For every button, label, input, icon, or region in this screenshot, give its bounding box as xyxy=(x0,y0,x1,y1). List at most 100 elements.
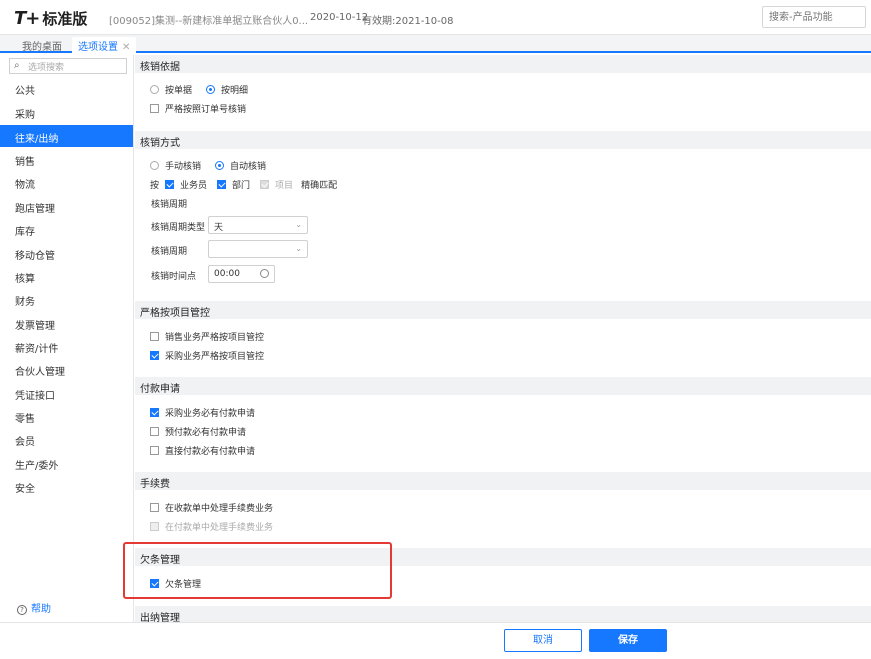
radio-auto[interactable] xyxy=(215,161,225,170)
sidebar-item-security[interactable]: 安全 xyxy=(0,475,133,497)
fees-in-receipt-label: 在收款单中处理手续费业务 xyxy=(165,504,274,514)
radio-auto-label: 自动核销 xyxy=(230,162,267,172)
period-type-select[interactable]: 天 ⌄ xyxy=(208,216,308,234)
highlight-box xyxy=(123,542,392,599)
section-header-project-control: 严格按项目管控 xyxy=(135,301,871,319)
purchase-payment-required-label: 采购业务必有付款申请 xyxy=(165,409,256,419)
function-search-input[interactable] xyxy=(762,6,866,28)
checkbox-fees-in-receipt[interactable] xyxy=(150,503,159,512)
account-name[interactable]: [009052]集测--新建标准单据立账合伙人0... xyxy=(109,12,308,27)
match-by-row: 按 业务员 部门 项目 精确匹配 xyxy=(150,178,337,191)
checkbox-project xyxy=(260,180,270,189)
period-select[interactable]: ⌄ xyxy=(208,240,308,258)
sidebar: ⌕ 选项搜索 公共 采购 往来/出纳 销售 物流 跑店管理 库存 移动仓管 核算… xyxy=(0,55,134,659)
project-purchase-row: 采购业务严格按项目管控 xyxy=(150,349,264,362)
payment-purchase-row: 采购业务必有付款申请 xyxy=(150,406,255,419)
prepay-required-label: 预付款必有付款申请 xyxy=(165,428,247,438)
tab-my-desktop[interactable]: 我的桌面 xyxy=(16,37,68,53)
radio-by-detail[interactable] xyxy=(206,85,216,94)
app-logo: T+ 标准版 xyxy=(14,7,87,29)
option-search-placeholder: 选项搜索 xyxy=(28,63,65,73)
direct-payment-required-label: 直接付款必有付款申请 xyxy=(165,447,256,457)
close-icon[interactable]: ✕ xyxy=(122,42,130,53)
strict-order-label: 严格按照订单号核销 xyxy=(165,105,247,115)
sales-project-control-label: 销售业务严格按项目管控 xyxy=(165,333,265,343)
sidebar-item-purchase[interactable]: 采购 xyxy=(0,101,133,123)
sidebar-item-finance[interactable]: 财务 xyxy=(0,288,133,310)
help-label: 帮助 xyxy=(31,604,51,615)
option-search-input[interactable]: ⌕ 选项搜索 xyxy=(9,58,127,74)
sidebar-item-production[interactable]: 生产/委外 xyxy=(0,452,133,474)
checkbox-purchase-project-control[interactable] xyxy=(150,351,159,360)
by-label: 按 xyxy=(150,181,160,191)
time-value: 00:00 xyxy=(214,269,240,279)
sidebar-item-retail[interactable]: 零售 xyxy=(0,405,133,427)
basis-radio-row: 按单据 按明细 xyxy=(150,83,248,96)
logo-edition: 标准版 xyxy=(42,9,88,28)
save-button[interactable]: 保存 xyxy=(589,629,667,652)
radio-by-doc-label: 按单据 xyxy=(165,86,193,96)
project-label: 项目 xyxy=(275,181,294,191)
login-date: 2020-10-12 xyxy=(310,12,369,23)
period-type-value: 天 xyxy=(214,223,224,233)
checkbox-strict-order[interactable] xyxy=(150,104,159,113)
checkbox-purchase-payment-required[interactable] xyxy=(150,408,159,417)
checkbox-fees-in-payment xyxy=(150,522,159,531)
salesman-label: 业务员 xyxy=(180,181,208,191)
sidebar-item-partner[interactable]: 合伙人管理 xyxy=(0,358,133,380)
cancel-button[interactable]: 取消 xyxy=(504,629,582,652)
sidebar-item-mobile-warehouse[interactable]: 移动仓管 xyxy=(0,242,133,264)
purchase-project-control-label: 采购业务严格按项目管控 xyxy=(165,352,265,362)
sidebar-item-sales[interactable]: 销售 xyxy=(0,148,133,170)
checkbox-salesman[interactable] xyxy=(165,180,175,189)
section-header-cashier: 出纳管理 xyxy=(135,606,871,622)
tab-bar: 我的桌面 选项设置 ✕ xyxy=(0,35,871,53)
radio-manual-label: 手动核销 xyxy=(165,162,202,172)
fees-in-payment-label: 在付款单中处理手续费业务 xyxy=(165,523,274,533)
top-bar: T+ 标准版 [009052]集测--新建标准单据立账合伙人0... 2020-… xyxy=(0,0,871,35)
search-icon: ⌕ xyxy=(14,60,20,71)
chevron-down-icon: ⌄ xyxy=(295,220,302,229)
period-type-label: 核销周期类型 xyxy=(151,223,206,233)
section-header-fees: 手续费 xyxy=(135,472,871,490)
strict-order-row: 严格按照订单号核销 xyxy=(150,102,246,115)
options-panel: 核销依据 按单据 按明细 严格按照订单号核销 核销方式 手动核销 自动核销 按 … xyxy=(135,55,871,622)
logo-mark: T+ xyxy=(14,7,40,29)
sidebar-item-store-visit[interactable]: 跑店管理 xyxy=(0,195,133,217)
section-header-basis: 核销依据 xyxy=(135,55,871,73)
radio-by-detail-label: 按明细 xyxy=(221,86,249,96)
fees-receipt-row: 在收款单中处理手续费业务 xyxy=(150,501,273,514)
checkbox-sales-project-control[interactable] xyxy=(150,332,159,341)
checkbox-prepay-required[interactable] xyxy=(150,427,159,436)
period-heading: 核销周期 xyxy=(151,200,188,210)
sidebar-item-public[interactable]: 公共 xyxy=(0,77,133,99)
checkbox-direct-payment-required[interactable] xyxy=(150,446,159,455)
sidebar-item-voucher-api[interactable]: 凭证接口 xyxy=(0,382,133,404)
fees-payment-row: 在付款单中处理手续费业务 xyxy=(150,520,273,533)
exact-match-label: 精确匹配 xyxy=(301,181,338,191)
radio-manual[interactable] xyxy=(150,161,159,170)
section-header-payment-request: 付款申请 xyxy=(135,377,871,395)
clock-icon xyxy=(260,269,269,278)
expiry-date: 有效期:2021-10-08 xyxy=(362,16,454,27)
department-label: 部门 xyxy=(232,181,251,191)
time-picker[interactable]: 00:00 xyxy=(208,265,275,283)
period-label: 核销周期 xyxy=(151,247,188,257)
sidebar-item-ar-ap-cashier[interactable]: 往来/出纳 xyxy=(0,125,133,147)
sidebar-item-payroll[interactable]: 薪资/计件 xyxy=(0,335,133,357)
sidebar-item-costing[interactable]: 核算 xyxy=(0,265,133,287)
radio-by-doc[interactable] xyxy=(150,85,159,94)
section-header-method: 核销方式 xyxy=(135,131,871,149)
method-radio-row: 手动核销 自动核销 xyxy=(150,159,266,172)
payment-direct-row: 直接付款必有付款申请 xyxy=(150,444,255,457)
time-label: 核销时间点 xyxy=(151,272,197,282)
tab-option-settings[interactable]: 选项设置 ✕ xyxy=(72,37,137,53)
help-link[interactable]: ? 帮助 xyxy=(17,600,51,615)
help-icon: ? xyxy=(17,605,27,615)
sidebar-item-inventory[interactable]: 库存 xyxy=(0,218,133,240)
sidebar-item-logistics[interactable]: 物流 xyxy=(0,171,133,193)
project-sales-row: 销售业务严格按项目管控 xyxy=(150,330,264,343)
checkbox-department[interactable] xyxy=(217,180,227,189)
sidebar-item-member[interactable]: 会员 xyxy=(0,428,133,450)
sidebar-item-invoice[interactable]: 发票管理 xyxy=(0,312,133,334)
